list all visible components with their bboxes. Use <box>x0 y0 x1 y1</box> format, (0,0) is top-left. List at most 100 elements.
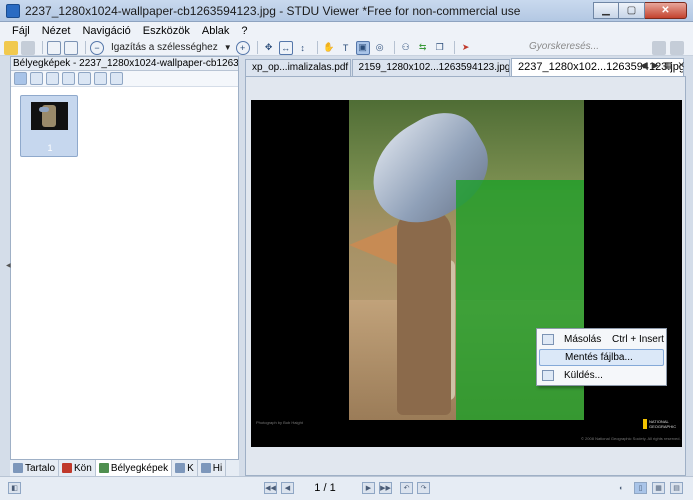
tab-navigation: ◀ ▶ ▦ ✕ <box>635 60 685 71</box>
toolbar-separator <box>316 41 318 54</box>
toolbar-separator <box>453 41 455 54</box>
zoom-mode-label: Igazítás a szélességhez <box>111 42 218 53</box>
page-rotate-icon[interactable] <box>110 72 123 85</box>
tab-close-icon[interactable]: ✕ <box>677 60 685 71</box>
menu-item-save-to-file[interactable]: Mentés fájlba... <box>539 349 664 366</box>
bookmarks-icon <box>62 463 73 473</box>
copy-icon <box>542 334 554 345</box>
copy-pages-icon[interactable]: ❐ <box>433 41 447 55</box>
doc-tab[interactable]: xp_op...imalizalas.pdf <box>245 59 351 76</box>
photo-man <box>397 210 451 415</box>
text-select-icon[interactable]: T <box>339 41 353 55</box>
speaker-icon[interactable]: ◖ <box>614 482 627 494</box>
two-page-view-icon[interactable]: ▦ <box>652 482 665 494</box>
image-page[interactable]: Photograph by Bob Haight NATIONAL GEOGRA… <box>251 100 682 447</box>
thumbnails-icon <box>98 463 109 473</box>
toolbar-separator <box>393 41 395 54</box>
window-controls: ▁ ▢ ✕ <box>593 2 687 19</box>
zoom-in-icon[interactable]: + <box>235 40 250 55</box>
page-export-icon[interactable] <box>94 72 107 85</box>
fit-width-icon[interactable]: ↔ <box>278 40 293 55</box>
continuous-view-icon[interactable]: ▤ <box>670 482 683 494</box>
image-select-icon[interactable]: ▣ <box>355 40 370 55</box>
tab-thumbnails[interactable]: Bélyegképek <box>95 460 173 476</box>
tab-list-icon[interactable]: ▦ <box>664 60 673 71</box>
toggle-panel-icon[interactable]: ◧ <box>8 482 21 494</box>
menu-window[interactable]: Ablak <box>196 25 236 37</box>
last-page-icon[interactable]: ▶▶ <box>379 482 392 494</box>
natgeo-logo: NATIONAL GEOGRAPHIC <box>643 418 677 430</box>
menu-navigation[interactable]: Navigáció <box>76 25 136 37</box>
thumbnail-page[interactable]: 1 <box>20 95 78 157</box>
thumbnail-number: 1 <box>47 143 53 153</box>
photo-copyright: © 2008 National Geographic Society. All … <box>581 436 681 441</box>
bookmark-icon[interactable]: ➤ <box>459 41 473 55</box>
search-prev-icon[interactable] <box>652 41 666 55</box>
page-export-icon[interactable] <box>64 40 78 55</box>
quick-search-input[interactable]: Gyorskeresés... <box>527 41 647 55</box>
toolbar-separator <box>256 41 258 54</box>
first-page-icon[interactable]: ◀◀ <box>264 482 277 494</box>
tab-search[interactable]: K <box>172 460 198 476</box>
print-icon[interactable] <box>21 40 35 55</box>
maximize-icon: ▢ <box>626 5 637 16</box>
snapshot-icon[interactable]: ◎ <box>373 41 387 55</box>
single-page-view-icon[interactable]: ▯ <box>634 482 647 494</box>
forward-icon[interactable]: ↷ <box>417 482 430 494</box>
window-title: 2237_1280x1024-wallpaper-cb1263594123.jp… <box>25 3 521 18</box>
maximize-button[interactable]: ▢ <box>619 2 645 19</box>
minimize-button[interactable]: ▁ <box>593 2 619 19</box>
panel-splitter-arrow-icon[interactable]: ◀ <box>6 262 11 269</box>
grid-small-icon[interactable] <box>30 72 43 85</box>
page-duplicate-icon[interactable] <box>78 72 91 85</box>
search-next-icon[interactable] <box>670 41 684 55</box>
main-toolbar: − Igazítás a szélességhez ▼ + ✥ ↔ ↕ ✋ T … <box>0 40 693 56</box>
menu-item-label: Másolás <box>564 334 602 345</box>
zoom-out-icon[interactable]: − <box>90 40 104 55</box>
natgeo-text: NATIONAL GEOGRAPHIC <box>649 419 677 429</box>
thumbnails-panel-header: Bélyegképek - 2237_1280x1024-wallpaper-c… <box>11 57 238 71</box>
fit-page-icon[interactable]: ✥ <box>262 41 276 55</box>
tab-left-icon[interactable]: ◀ <box>640 60 647 71</box>
open-folder-icon[interactable] <box>4 40 18 55</box>
thumbnails-panel: Bélyegképek - 2237_1280x1024-wallpaper-c… <box>10 56 239 476</box>
menu-item-copy[interactable]: Másolás Ctrl + Insert <box>539 331 664 348</box>
menu-item-label: Mentés fájlba... <box>565 352 633 363</box>
menu-help[interactable]: ? <box>235 25 253 37</box>
close-icon: ✕ <box>661 5 670 16</box>
page-indicator[interactable]: 1 / 1 <box>300 482 350 494</box>
highlights-icon <box>200 463 211 473</box>
menu-file[interactable]: Fájl <box>6 25 36 37</box>
toolbar-separator <box>42 41 43 54</box>
photo-caption: Photograph by Bob Haight <box>256 420 303 425</box>
app-icon <box>6 3 20 18</box>
menu-item-send[interactable]: Küldés... <box>539 367 664 384</box>
menu-view[interactable]: Nézet <box>36 25 77 37</box>
tab-highlights[interactable]: Hi <box>198 460 227 476</box>
tab-right-icon[interactable]: ▶ <box>652 60 659 71</box>
prev-page-icon[interactable]: ◀ <box>281 482 294 494</box>
page-copy-icon[interactable] <box>47 40 61 55</box>
hand-tool-icon[interactable]: ✋ <box>322 41 336 55</box>
document-viewer[interactable]: Photograph by Bob Haight NATIONAL GEOGRA… <box>245 76 686 476</box>
next-page-icon[interactable]: ▶ <box>362 482 375 494</box>
doc-tab[interactable]: 2159_1280x102...1263594123.jpg <box>351 59 511 76</box>
envelope-icon <box>542 370 554 381</box>
context-menu: Másolás Ctrl + Insert Mentés fájlba... K… <box>536 328 667 386</box>
back-icon[interactable]: ↶ <box>400 482 413 494</box>
menu-tools[interactable]: Eszközök <box>137 25 196 37</box>
fit-height-icon[interactable]: ↕ <box>296 41 310 55</box>
toolbar-separator <box>85 41 86 54</box>
thumbnails-toolbar <box>11 71 238 87</box>
page-single-icon[interactable] <box>46 72 59 85</box>
sync-arrows-icon[interactable]: ⇆ <box>416 41 430 55</box>
contents-icon <box>13 463 23 473</box>
tab-bookmarks[interactable]: Kön <box>59 460 96 476</box>
close-button[interactable]: ✕ <box>645 2 687 19</box>
tab-contents[interactable]: Tartalo <box>10 460 60 476</box>
page-blank-icon[interactable] <box>62 72 75 85</box>
grid-large-icon[interactable] <box>14 72 27 85</box>
menu-item-label: Küldés... <box>564 370 603 381</box>
binoculars-icon[interactable]: ⚇ <box>399 41 413 55</box>
zoom-mode-dropdown[interactable]: Igazítás a szélességhez ▼ <box>111 42 232 53</box>
